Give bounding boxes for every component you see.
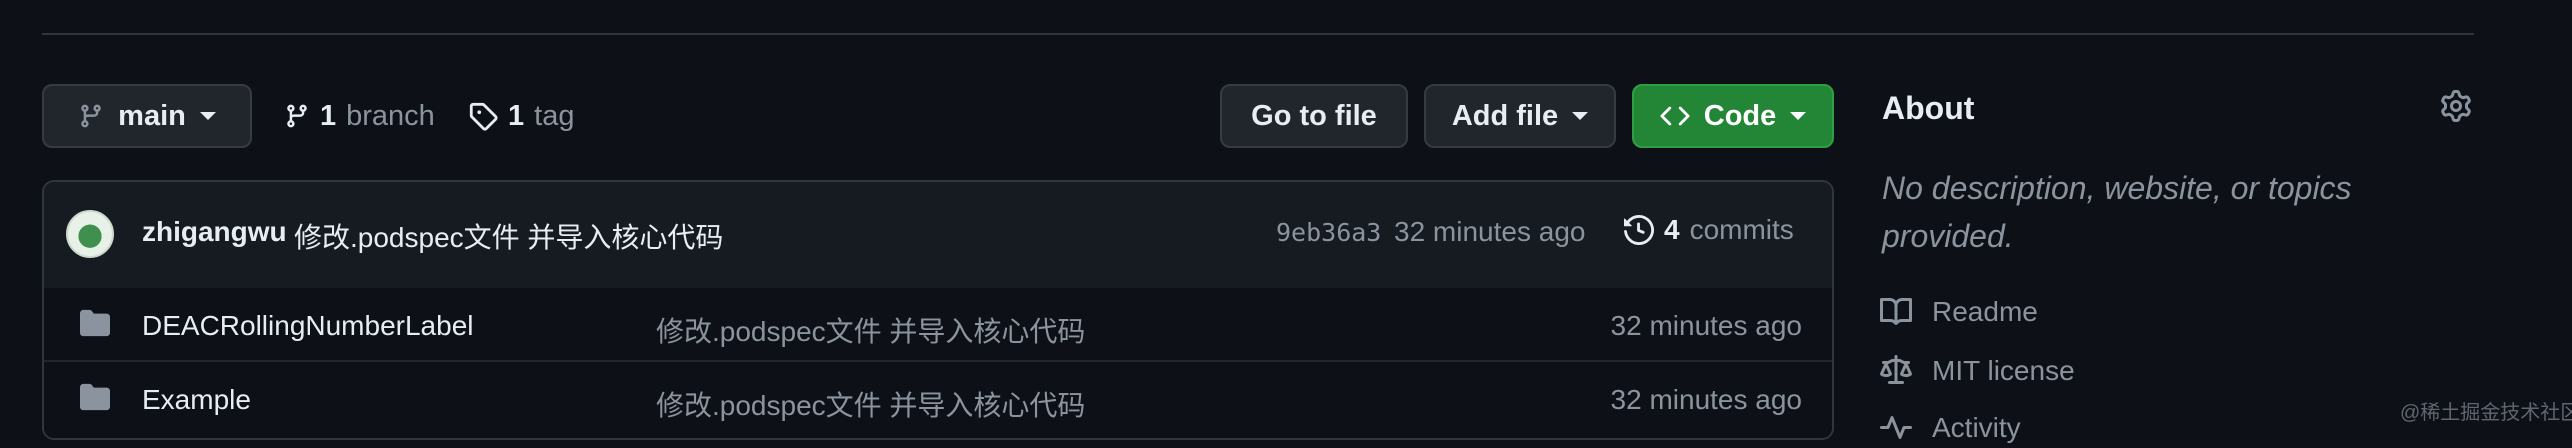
activity-label: Activity (1932, 412, 2021, 443)
chevron-down-icon (1572, 112, 1589, 120)
folder-icon (80, 383, 110, 411)
file-name[interactable]: DEACRollingNumberLabel (142, 310, 474, 342)
add-file-label: Add file (1451, 99, 1559, 132)
tag-icon (469, 102, 498, 131)
file-commit-message[interactable]: 修改.podspec文件 并导入核心代码 (656, 384, 1085, 424)
activity-link[interactable]: Activity (1880, 408, 2021, 448)
tags-link[interactable]: 1 tag (468, 96, 574, 136)
code-label: Code (1703, 99, 1777, 132)
file-commit-message[interactable]: 修改.podspec文件 并导入核心代码 (656, 310, 1085, 350)
folder-icon (80, 309, 110, 337)
git-branch-icon (81, 104, 101, 128)
commits-link[interactable]: 4 commits (1624, 210, 1794, 250)
commit-author[interactable]: zhigangwu (142, 216, 287, 248)
about-description: No description, website, or topics provi… (1882, 170, 2352, 254)
avatar[interactable] (66, 210, 114, 258)
go-to-file-button[interactable]: Go to file (1220, 84, 1408, 148)
gear-icon[interactable] (2440, 90, 2472, 122)
commit-time: 32 minutes ago (1394, 216, 1586, 247)
branch-count: 1 (320, 99, 337, 132)
add-file-button[interactable]: Add file (1424, 84, 1616, 148)
commits-label: commits (1689, 214, 1794, 245)
file-table: zhigangwu 修改.podspec文件 并导入核心代码 9eb36a3 3… (42, 180, 1834, 440)
tag-count: 1 (508, 99, 525, 132)
branch-label: branch (346, 99, 435, 132)
scale-icon (1880, 355, 1912, 384)
tag-label: tag (534, 99, 575, 132)
book-icon (1880, 297, 1912, 325)
license-label: MIT license (1932, 355, 2075, 386)
go-to-file-label: Go to file (1251, 99, 1377, 132)
about-heading: About (1882, 90, 1975, 126)
readme-link[interactable]: Readme (1880, 292, 2038, 332)
file-row[interactable]: Example 修改.podspec文件 并导入核心代码 32 minutes … (44, 362, 1832, 436)
commit-sha[interactable]: 9eb36a3 (1276, 218, 1381, 247)
code-button[interactable]: Code (1632, 84, 1834, 148)
file-commit-time: 32 minutes ago (1610, 310, 1802, 341)
commits-count: 4 (1664, 214, 1680, 245)
branch-selector-button[interactable]: main (42, 84, 252, 148)
pulse-icon (1880, 416, 1912, 439)
watermark: @稀土掘金技术社区 (2400, 402, 2572, 424)
chevron-down-icon (1790, 112, 1807, 120)
file-name[interactable]: Example (142, 384, 251, 416)
code-icon (1660, 106, 1690, 126)
branch-selector-label: main (118, 99, 186, 132)
file-commit-time: 32 minutes ago (1610, 384, 1802, 415)
latest-commit-row: zhigangwu 修改.podspec文件 并导入核心代码 9eb36a3 3… (44, 182, 1832, 290)
file-row[interactable]: DEACRollingNumberLabel 修改.podspec文件 并导入核… (44, 288, 1832, 362)
git-branch-icon (287, 104, 307, 128)
commit-message[interactable]: 修改.podspec文件 并导入核心代码 (294, 216, 723, 256)
branches-link[interactable]: 1 branch (284, 96, 435, 136)
chevron-down-icon (199, 112, 216, 120)
top-divider (42, 33, 2474, 35)
history-icon (1624, 215, 1654, 245)
readme-label: Readme (1932, 296, 2038, 327)
license-link[interactable]: MIT license (1880, 351, 2075, 391)
